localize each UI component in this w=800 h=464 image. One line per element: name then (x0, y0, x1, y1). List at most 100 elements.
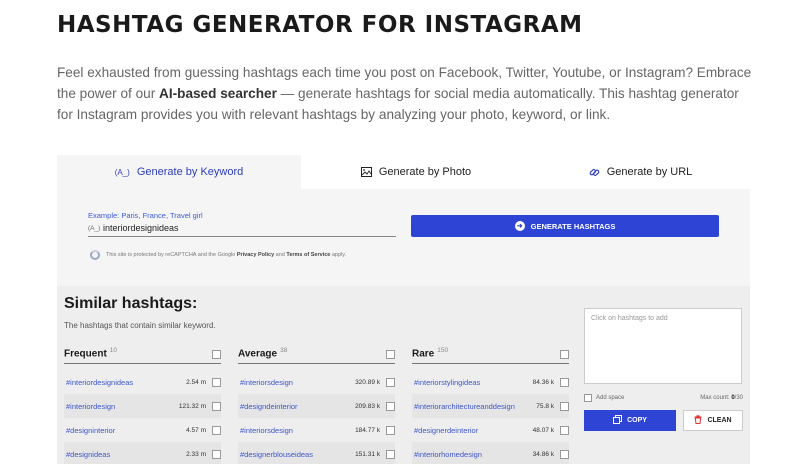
recaptcha-text: This site is protected by reCAPTCHA and … (106, 252, 346, 258)
similar-hashtags-subtitle: The hashtags that contain similar keywor… (64, 321, 216, 330)
max-count: Max count: 0/30 (700, 395, 743, 401)
hashtag-row[interactable]: #interiorsdesign 184.77 k (238, 418, 395, 442)
post-count: 75.8 k (536, 402, 554, 410)
column-count: 38 (280, 346, 288, 354)
arrow-right-icon: ➜ (514, 221, 525, 231)
hashtag-link[interactable]: #designideas (64, 450, 110, 459)
generate-hashtags-label: GENERATE HASHTAGS (530, 221, 616, 231)
hashtag-link[interactable]: #interiorsdesign (238, 378, 293, 387)
hashtag-row[interactable]: #designerblouseideas 151.31 k (238, 442, 395, 464)
copy-label: COPY (627, 417, 647, 424)
select-all-checkbox[interactable] (560, 350, 569, 359)
post-count: 48.07 k (532, 426, 554, 434)
add-space-label: Add space (596, 395, 625, 401)
recaptcha-icon (90, 250, 100, 260)
select-all-checkbox[interactable] (386, 350, 395, 359)
select-all-checkbox[interactable] (212, 350, 221, 359)
copy-button[interactable]: COPY (584, 410, 676, 431)
post-count: 2.54 m (186, 378, 206, 386)
page-title: HASHTAG GENERATOR FOR INSTAGRAM (57, 12, 583, 38)
post-count: 84.36 k (532, 378, 554, 386)
post-count: 209.83 k (355, 402, 380, 410)
column-header: Rare 150 (412, 344, 569, 364)
keyword-icon: (A_) (114, 167, 130, 177)
hashtag-link[interactable]: #interiorhomedesign (412, 450, 482, 459)
add-space-checkbox[interactable] (584, 394, 592, 402)
hashtag-link[interactable]: #designdeinterior (238, 402, 298, 411)
hashtag-checkbox[interactable] (560, 425, 569, 435)
post-count: 2.33 m (186, 450, 206, 458)
link-icon (589, 167, 600, 178)
hashtag-tool: (A_) Generate by Keyword Generate by Pho… (57, 155, 750, 464)
hashtag-row[interactable]: #interiorsdesign 320.89 k (238, 370, 395, 394)
tab-label: Generate by Keyword (136, 166, 244, 178)
hashtag-checkbox[interactable] (386, 449, 395, 459)
image-icon (360, 167, 372, 177)
tab-bar: (A_) Generate by Keyword Generate by Pho… (57, 155, 750, 189)
column-count: 150 (437, 346, 449, 354)
column-name: Average (238, 348, 278, 359)
add-space-option[interactable]: Add space (584, 394, 624, 402)
hashtag-row[interactable]: #designinterior 4.57 m (64, 418, 221, 442)
intro-highlight: AI-based searcher (159, 86, 277, 101)
hashtag-link[interactable]: #interiorarchitectureanddesign (412, 402, 515, 411)
keyword-input[interactable] (103, 223, 383, 233)
hashtag-link[interactable]: #designinterior (64, 426, 115, 435)
hashtag-link[interactable]: #interiorsdesign (238, 426, 293, 435)
hashtag-checkbox[interactable] (560, 449, 569, 459)
hashtag-row[interactable]: #designerdeinterior 48.07 k (412, 418, 569, 442)
hashtag-row[interactable]: #interiorstylingideas 84.36 k (412, 370, 569, 394)
recaptcha-text-start: This site is protected by reCAPTCHA and … (106, 252, 237, 258)
hashtag-row[interactable]: #interiorhomedesign 34.86 k (412, 442, 569, 464)
hashtag-checkbox[interactable] (212, 425, 221, 435)
hashtag-checkbox[interactable] (560, 401, 569, 411)
panel-options: Add space Max count: 0/30 (584, 394, 743, 402)
hashtag-checkbox[interactable] (560, 377, 569, 387)
hashtag-row[interactable]: #designideas 2.33 m (64, 442, 221, 464)
hashtag-checkbox[interactable] (386, 377, 395, 387)
hashtag-row[interactable]: #interiorarchitectureanddesign 75.8 k (412, 394, 569, 418)
tab-label: Generate by URL (606, 166, 693, 178)
max-count-label: Max count: (700, 395, 732, 401)
recaptcha-notice: This site is protected by reCAPTCHA and … (90, 250, 346, 260)
terms-of-service-link[interactable]: Terms of Service (286, 252, 330, 258)
hashtag-row[interactable]: #designdeinterior 209.83 k (238, 394, 395, 418)
column-header: Average 38 (238, 344, 395, 364)
column-name: Rare (412, 348, 435, 359)
hashtag-row[interactable]: #interiordesign 121.32 m (64, 394, 221, 418)
hashtag-link[interactable]: #designerblouseideas (238, 450, 313, 459)
post-count: 320.89 k (355, 378, 380, 386)
hashtag-checkbox[interactable] (212, 401, 221, 411)
field-hint: Example: Paris, France, Travel girl (88, 211, 203, 220)
tab-generate-by-keyword[interactable]: (A_) Generate by Keyword (57, 155, 301, 189)
hashtag-link[interactable]: #interiorstylingideas (412, 378, 480, 387)
column-title: Rare 150 (412, 347, 448, 359)
hashtag-checkbox[interactable] (386, 401, 395, 411)
hashtag-row[interactable]: #interiordesignideas 2.54 m (64, 370, 221, 394)
column-frequent: Frequent 10 #interiordesignideas 2.54 m #i… (64, 344, 221, 464)
max-count-total: /30 (734, 395, 743, 401)
copy-icon (613, 415, 623, 426)
post-count: 34.86 k (532, 450, 554, 458)
recaptcha-text-end: apply. (330, 252, 347, 258)
clean-button[interactable]: CLEAN (683, 410, 743, 431)
tab-label: Generate by Photo (378, 166, 472, 178)
selected-hashtags-panel: Click on hashtags to add Add space Max c… (584, 308, 743, 431)
selected-hashtags-box[interactable]: Click on hashtags to add (584, 308, 742, 384)
intro-text: Feel exhausted from guessing hashtags ea… (57, 62, 757, 125)
hashtag-checkbox[interactable] (386, 425, 395, 435)
column-header: Frequent 10 (64, 344, 221, 364)
hashtag-link[interactable]: #interiordesignideas (64, 378, 133, 387)
column-rare: Rare 150 #interiorstylingideas 84.36 k #in… (412, 344, 569, 464)
privacy-policy-link[interactable]: Privacy Policy (237, 252, 274, 258)
hashtag-checkbox[interactable] (212, 449, 221, 459)
similar-hashtags-title: Similar hashtags: (64, 295, 198, 312)
hashtag-link[interactable]: #designerdeinterior (412, 426, 478, 435)
post-count: 184.77 k (355, 426, 380, 434)
tab-generate-by-photo[interactable]: Generate by Photo (301, 155, 531, 189)
tab-generate-by-url[interactable]: Generate by URL (531, 155, 750, 189)
generate-hashtags-button[interactable]: ➜ GENERATE HASHTAGS (411, 215, 719, 237)
hashtag-link[interactable]: #interiordesign (64, 402, 115, 411)
post-count: 4.57 m (186, 426, 206, 434)
hashtag-checkbox[interactable] (212, 377, 221, 387)
